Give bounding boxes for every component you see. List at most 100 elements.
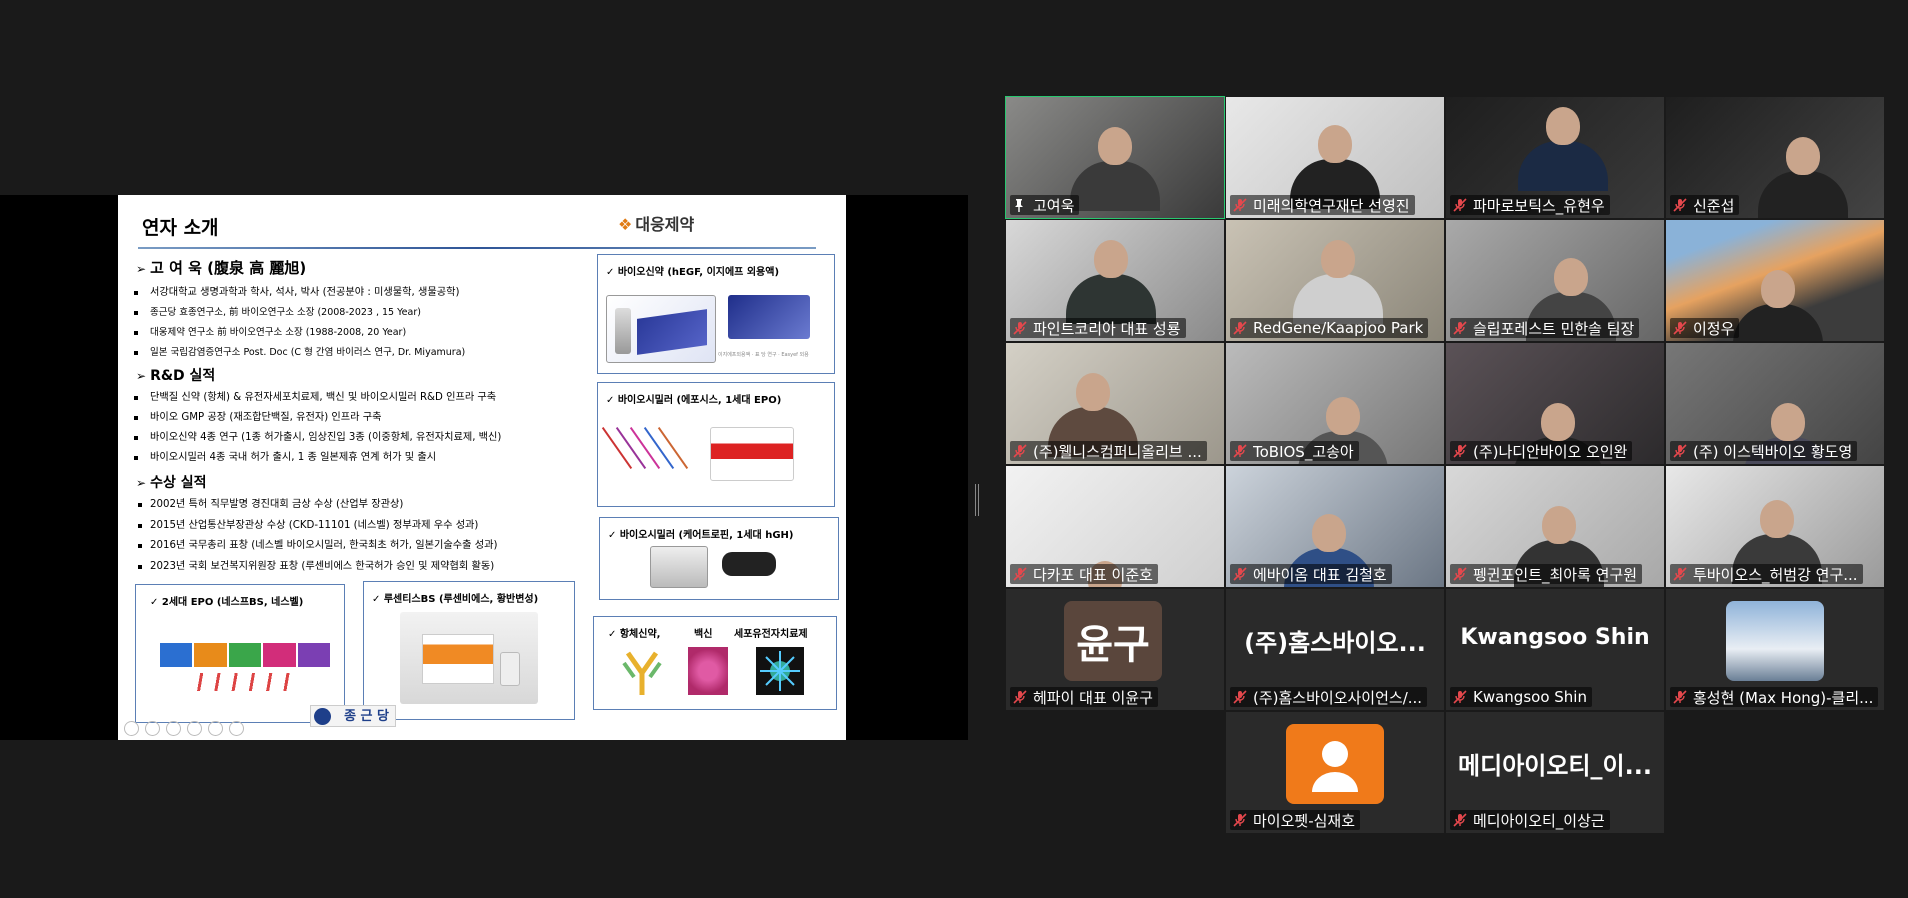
participant-tile[interactable]: (주)웰니스컴퍼니올리브 ... xyxy=(1006,343,1224,464)
participant-name: (주)나디안바이오 오인완 xyxy=(1473,442,1628,461)
daewoong-logo: ❖ 대웅제약 xyxy=(618,215,695,234)
vaccine-virus-icon xyxy=(688,647,728,695)
box-caption: 이지에프외용액 · 표 당 연구 · Easyef 외용 xyxy=(718,352,809,358)
pen-icon[interactable] xyxy=(166,721,181,736)
slide-navigation-toolbar[interactable] xyxy=(124,721,244,736)
box-heading: ✓ 바이오신약 (hEGF, 이지에프 외용액) xyxy=(606,267,780,278)
participant-face xyxy=(1312,514,1346,552)
box-heading: ✓ 2세대 EPO (네스프BS, 네스벨) xyxy=(150,597,304,608)
participant-name-label: (주) 이스텍바이오 황도영 xyxy=(1670,441,1858,461)
muted-mic-icon xyxy=(1233,690,1247,704)
muted-mic-icon xyxy=(1673,690,1687,704)
participant-display-name: 메디아이오티_이... xyxy=(1458,752,1652,780)
participant-tile[interactable]: 이정우 xyxy=(1666,220,1884,341)
more-icon[interactable] xyxy=(229,721,244,736)
next-slide-icon[interactable] xyxy=(145,721,160,736)
participant-name-label: 신준섭 xyxy=(1670,195,1740,215)
epo2-box: ✓ 2세대 EPO (네스프BS, 네스벨) xyxy=(135,584,345,723)
participant-tile[interactable]: 슬립포레스트 민한솔 팀장 xyxy=(1446,220,1664,341)
product-image xyxy=(606,295,716,363)
participant-face xyxy=(1094,240,1128,278)
box-heading: ✓ 바이오시밀러 (에포시스, 1세대 EPO) xyxy=(606,395,782,406)
muted-mic-icon xyxy=(1453,321,1467,335)
participant-face xyxy=(1786,137,1820,175)
box-heading: ✓ 바이오시밀러 (케어트로핀, 1세대 hGH) xyxy=(608,530,794,541)
muted-mic-icon xyxy=(1453,690,1467,704)
gene-therapy-icon xyxy=(756,647,804,695)
list-item: 단백질 신약 (항체) & 유전자세포치료제, 백신 및 바이오시밀러 R&D … xyxy=(128,388,501,408)
participant-face xyxy=(1771,403,1805,441)
pin-icon xyxy=(1015,199,1023,212)
awards-list: 2002년 특허 직무발명 경진대회 금상 수상 (산업부 장관상) 2015년… xyxy=(136,495,497,577)
avatar xyxy=(1726,601,1824,681)
participant-name: 홍성현 (Max Hong)-클리... xyxy=(1693,688,1874,707)
participant-tile[interactable]: 파마로보틱스_유현우 xyxy=(1446,97,1664,218)
bio-new-drug-box: ✓ 바이오신약 (hEGF, 이지에프 외용액) 이지에프외용액 · 표 당 연… xyxy=(597,254,835,374)
section-awards: ➢ 수상 실적 xyxy=(136,475,207,491)
participant-face xyxy=(1546,107,1580,145)
participant-tile[interactable]: 투바이오스_허범강 연구... xyxy=(1666,466,1884,587)
list-item: 2016년 국무총리 표창 (네스벨 바이오시밀러, 한국최초 허가, 일본기술… xyxy=(136,536,497,557)
participant-name-label: 펭귄포인트_최아록 연구원 xyxy=(1450,564,1643,584)
box-heading: 세포유전자치료제 xyxy=(734,629,808,640)
participant-face xyxy=(1542,506,1576,544)
participant-name: ToBIOS_고송아 xyxy=(1253,442,1354,461)
section-rnd: ➢ R&D 실적 xyxy=(136,368,216,384)
list-item: 바이오시밀러 4종 국내 허가 출시, 1 종 일본제휴 연계 허가 및 출시 xyxy=(128,448,501,468)
participant-name-label: 투바이오스_허범강 연구... xyxy=(1670,564,1863,584)
muted-mic-icon xyxy=(1673,198,1687,212)
participant-tile[interactable]: (주)홈스바이오... (주)홈스바이오사이언스/... xyxy=(1226,589,1444,710)
split-view-divider[interactable] xyxy=(975,484,979,516)
participant-name: 신준섭 xyxy=(1693,196,1735,215)
slide-title: 연자 소개 xyxy=(142,217,219,239)
participant-name-label: 마이오펫-심재호 xyxy=(1230,810,1361,830)
participant-tile[interactable]: 마이오펫-심재호 xyxy=(1226,712,1444,833)
participant-tile[interactable]: ToBIOS_고송아 xyxy=(1226,343,1444,464)
zoom-icon[interactable] xyxy=(208,721,223,736)
avatar xyxy=(1286,724,1384,804)
grid-icon[interactable] xyxy=(187,721,202,736)
participant-name-label: (주)나디안바이오 오인완 xyxy=(1450,441,1633,461)
participant-tile[interactable]: 메디아이오티_이... 메디아이오티_이상근 xyxy=(1446,712,1664,833)
participant-name: 이정우 xyxy=(1693,319,1735,338)
prev-slide-icon[interactable] xyxy=(124,721,139,736)
participant-face xyxy=(1321,240,1355,278)
biosimilar-hgh-box: ✓ 바이오시밀러 (케어트로핀, 1세대 hGH) xyxy=(599,517,839,600)
participant-tile[interactable]: 파인트코리아 대표 성룡 xyxy=(1006,220,1224,341)
participant-tile[interactable]: 윤구 헤파이 대표 이윤구 xyxy=(1006,589,1224,710)
participant-tile[interactable]: 홍성현 (Max Hong)-클리... xyxy=(1666,589,1884,710)
participant-tile[interactable]: (주) 이스텍바이오 황도영 xyxy=(1666,343,1884,464)
participant-tile[interactable]: 펭귄포인트_최아록 연구원 xyxy=(1446,466,1664,587)
box-heading: ✓ 루센티스BS (루센비에스, 황반변성) xyxy=(372,594,539,605)
participant-tile[interactable]: 신준섭 xyxy=(1666,97,1884,218)
participant-name-label: 메디아이오티_이상근 xyxy=(1450,810,1610,830)
pipeline-box: ✓ 항체신약, 백신 세포유전자치료제 xyxy=(593,616,837,710)
participant-face xyxy=(1760,500,1794,538)
participant-name: 마이오펫-심재호 xyxy=(1253,811,1356,830)
biosimilar-epo-box: ✓ 바이오시밀러 (에포시스, 1세대 EPO) xyxy=(597,382,835,507)
participant-tile[interactable]: Kwangsoo Shin Kwangsoo Shin xyxy=(1446,589,1664,710)
muted-mic-icon xyxy=(1013,444,1027,458)
list-item: 대웅제약 연구소 前 바이오연구소 소장 (1988-2008, 20 Year… xyxy=(128,323,465,343)
participant-tile[interactable]: RedGene/Kaapjoo Park xyxy=(1226,220,1444,341)
list-item: 2023년 국회 보건복지위원장 표창 (루센비에스 한국허가 승인 및 제약협… xyxy=(136,557,497,578)
participant-tile[interactable]: 에바이옴 대표 김철호 xyxy=(1226,466,1444,587)
muted-mic-icon xyxy=(1233,444,1247,458)
muted-mic-icon xyxy=(1233,198,1247,212)
avatar: 윤구 xyxy=(1064,601,1162,681)
muted-mic-icon xyxy=(1013,567,1027,581)
product-image xyxy=(728,295,810,339)
participant-tile[interactable]: 다카포 대표 이준호 xyxy=(1006,466,1224,587)
participant-tile[interactable]: 고여욱 xyxy=(1005,96,1225,219)
participant-name-label: 파인트코리아 대표 성룡 xyxy=(1010,318,1186,338)
syringes-image xyxy=(601,419,700,475)
product-box-image xyxy=(650,546,708,588)
participant-face xyxy=(1098,127,1132,165)
muted-mic-icon xyxy=(1673,444,1687,458)
participant-tile[interactable]: (주)나디안바이오 오인완 xyxy=(1446,343,1664,464)
participant-face xyxy=(1318,125,1352,163)
participant-tile[interactable]: 미래의학연구재단 선영진 xyxy=(1226,97,1444,218)
participant-name: 파인트코리아 대표 성룡 xyxy=(1033,319,1181,338)
list-item: 2015년 산업통산부장관상 수상 (CKD-11101 (네스벨) 정부과제 … xyxy=(136,516,497,537)
muted-mic-icon xyxy=(1453,567,1467,581)
